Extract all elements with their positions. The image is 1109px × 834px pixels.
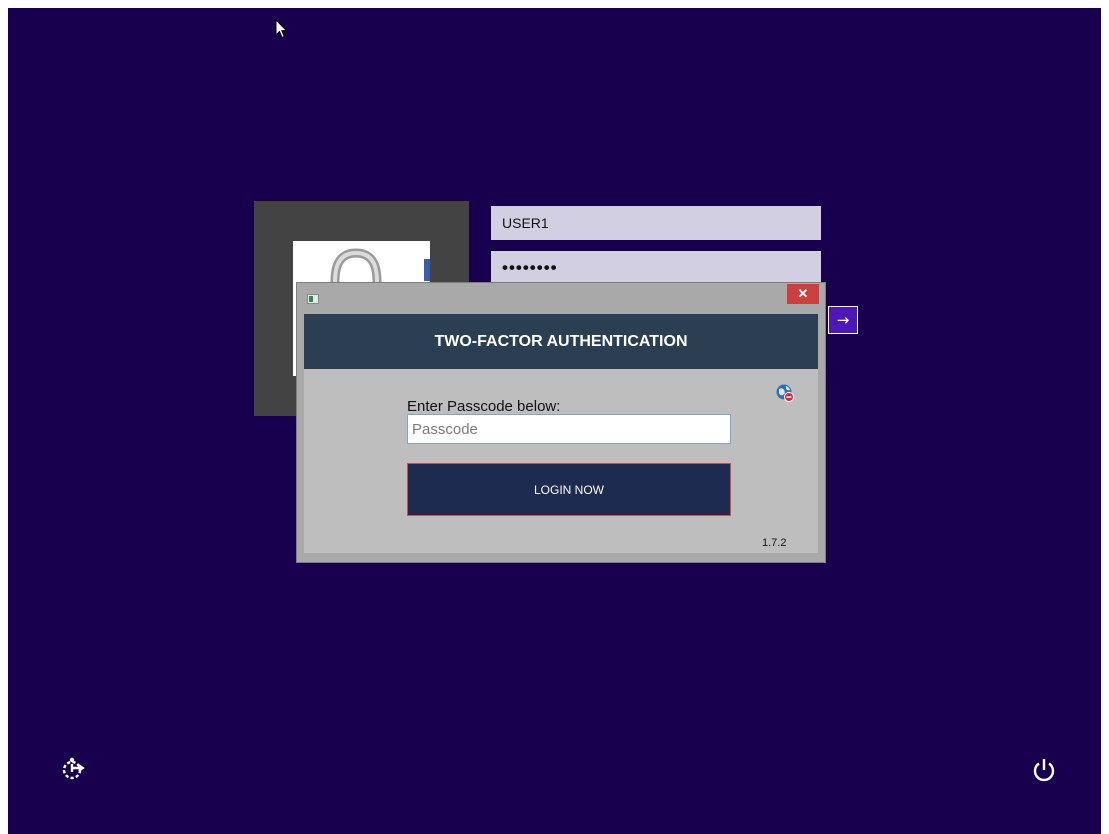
two-factor-dialog: ✕ TWO-FACTOR AUTHENTICATION Enter Passco… [296,282,826,563]
version-label: 1.7.2 [762,537,787,549]
close-icon: ✕ [797,286,809,301]
password-mask: •••••••• [502,258,558,277]
power-icon[interactable] [1031,757,1057,783]
passcode-input[interactable] [407,414,731,444]
ease-of-access-icon[interactable] [60,756,90,782]
app-icon [307,294,319,304]
username-text: USER1 [502,215,549,231]
close-button[interactable]: ✕ [787,284,819,304]
username-field[interactable]: USER1 [491,206,821,240]
mouse-pointer-icon [275,19,288,39]
lock-screen: USER1 •••••••• → ✕ TWO-FACTOR AUTHENTICA… [8,8,1101,834]
dialog-title: TWO-FACTOR AUTHENTICATION [434,332,688,350]
dialog-body: TWO-FACTOR AUTHENTICATION Enter Passcode… [304,314,818,553]
submit-arrow-button[interactable]: → [828,306,858,334]
arrow-right-icon: → [836,311,850,329]
dialog-header: TWO-FACTOR AUTHENTICATION [304,314,818,369]
login-now-button[interactable]: LOGIN NOW [407,463,731,516]
login-now-label: LOGIN NOW [533,482,604,497]
globe-error-icon [776,384,794,402]
passcode-prompt: Enter Passcode below: [407,398,561,415]
password-field[interactable]: •••••••• [491,251,821,285]
